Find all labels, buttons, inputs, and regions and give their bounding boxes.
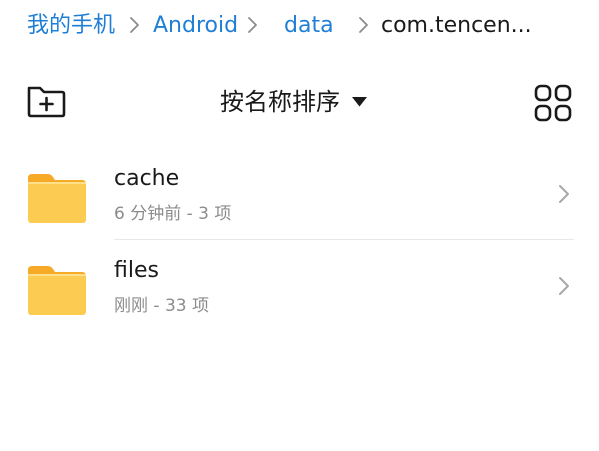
caret-down-icon: [352, 97, 367, 107]
list-item-cache[interactable]: cache 6 分钟前 - 3 项: [0, 148, 599, 240]
chevron-right-icon: [130, 17, 139, 33]
grid-view-icon: [534, 84, 572, 122]
sort-label: 按名称排序: [220, 88, 340, 116]
folder-icon: [28, 174, 86, 223]
breadcrumb-item-android[interactable]: Android: [153, 12, 238, 40]
file-name: cache: [114, 166, 180, 191]
file-meta: 6 分钟前 - 3 项: [114, 204, 232, 224]
file-meta: 刚刚 - 33 项: [114, 296, 209, 316]
file-browser-page: 我的手机 Android data com.tencen... 按名称排序 ca…: [0, 0, 599, 451]
breadcrumb-item-current: com.tencen...: [381, 13, 532, 38]
chevron-right-icon: [248, 17, 257, 33]
toolbar: 按名称排序: [0, 74, 599, 130]
breadcrumb: 我的手机 Android data com.tencen...: [0, 0, 599, 52]
new-folder-button[interactable]: [24, 83, 68, 119]
chevron-right-icon: [559, 185, 569, 203]
folder-plus-icon: [27, 86, 66, 118]
chevron-right-icon: [559, 277, 569, 295]
grid-view-button[interactable]: [534, 84, 572, 122]
folder-icon: [28, 266, 86, 315]
breadcrumb-item-my-phone[interactable]: 我的手机: [27, 12, 115, 40]
chevron-right-icon: [359, 17, 368, 33]
file-name: files: [114, 258, 159, 283]
sort-dropdown[interactable]: 按名称排序: [220, 86, 367, 118]
breadcrumb-item-data[interactable]: data: [284, 12, 334, 40]
list-item-files[interactable]: files 刚刚 - 33 项: [0, 240, 599, 332]
